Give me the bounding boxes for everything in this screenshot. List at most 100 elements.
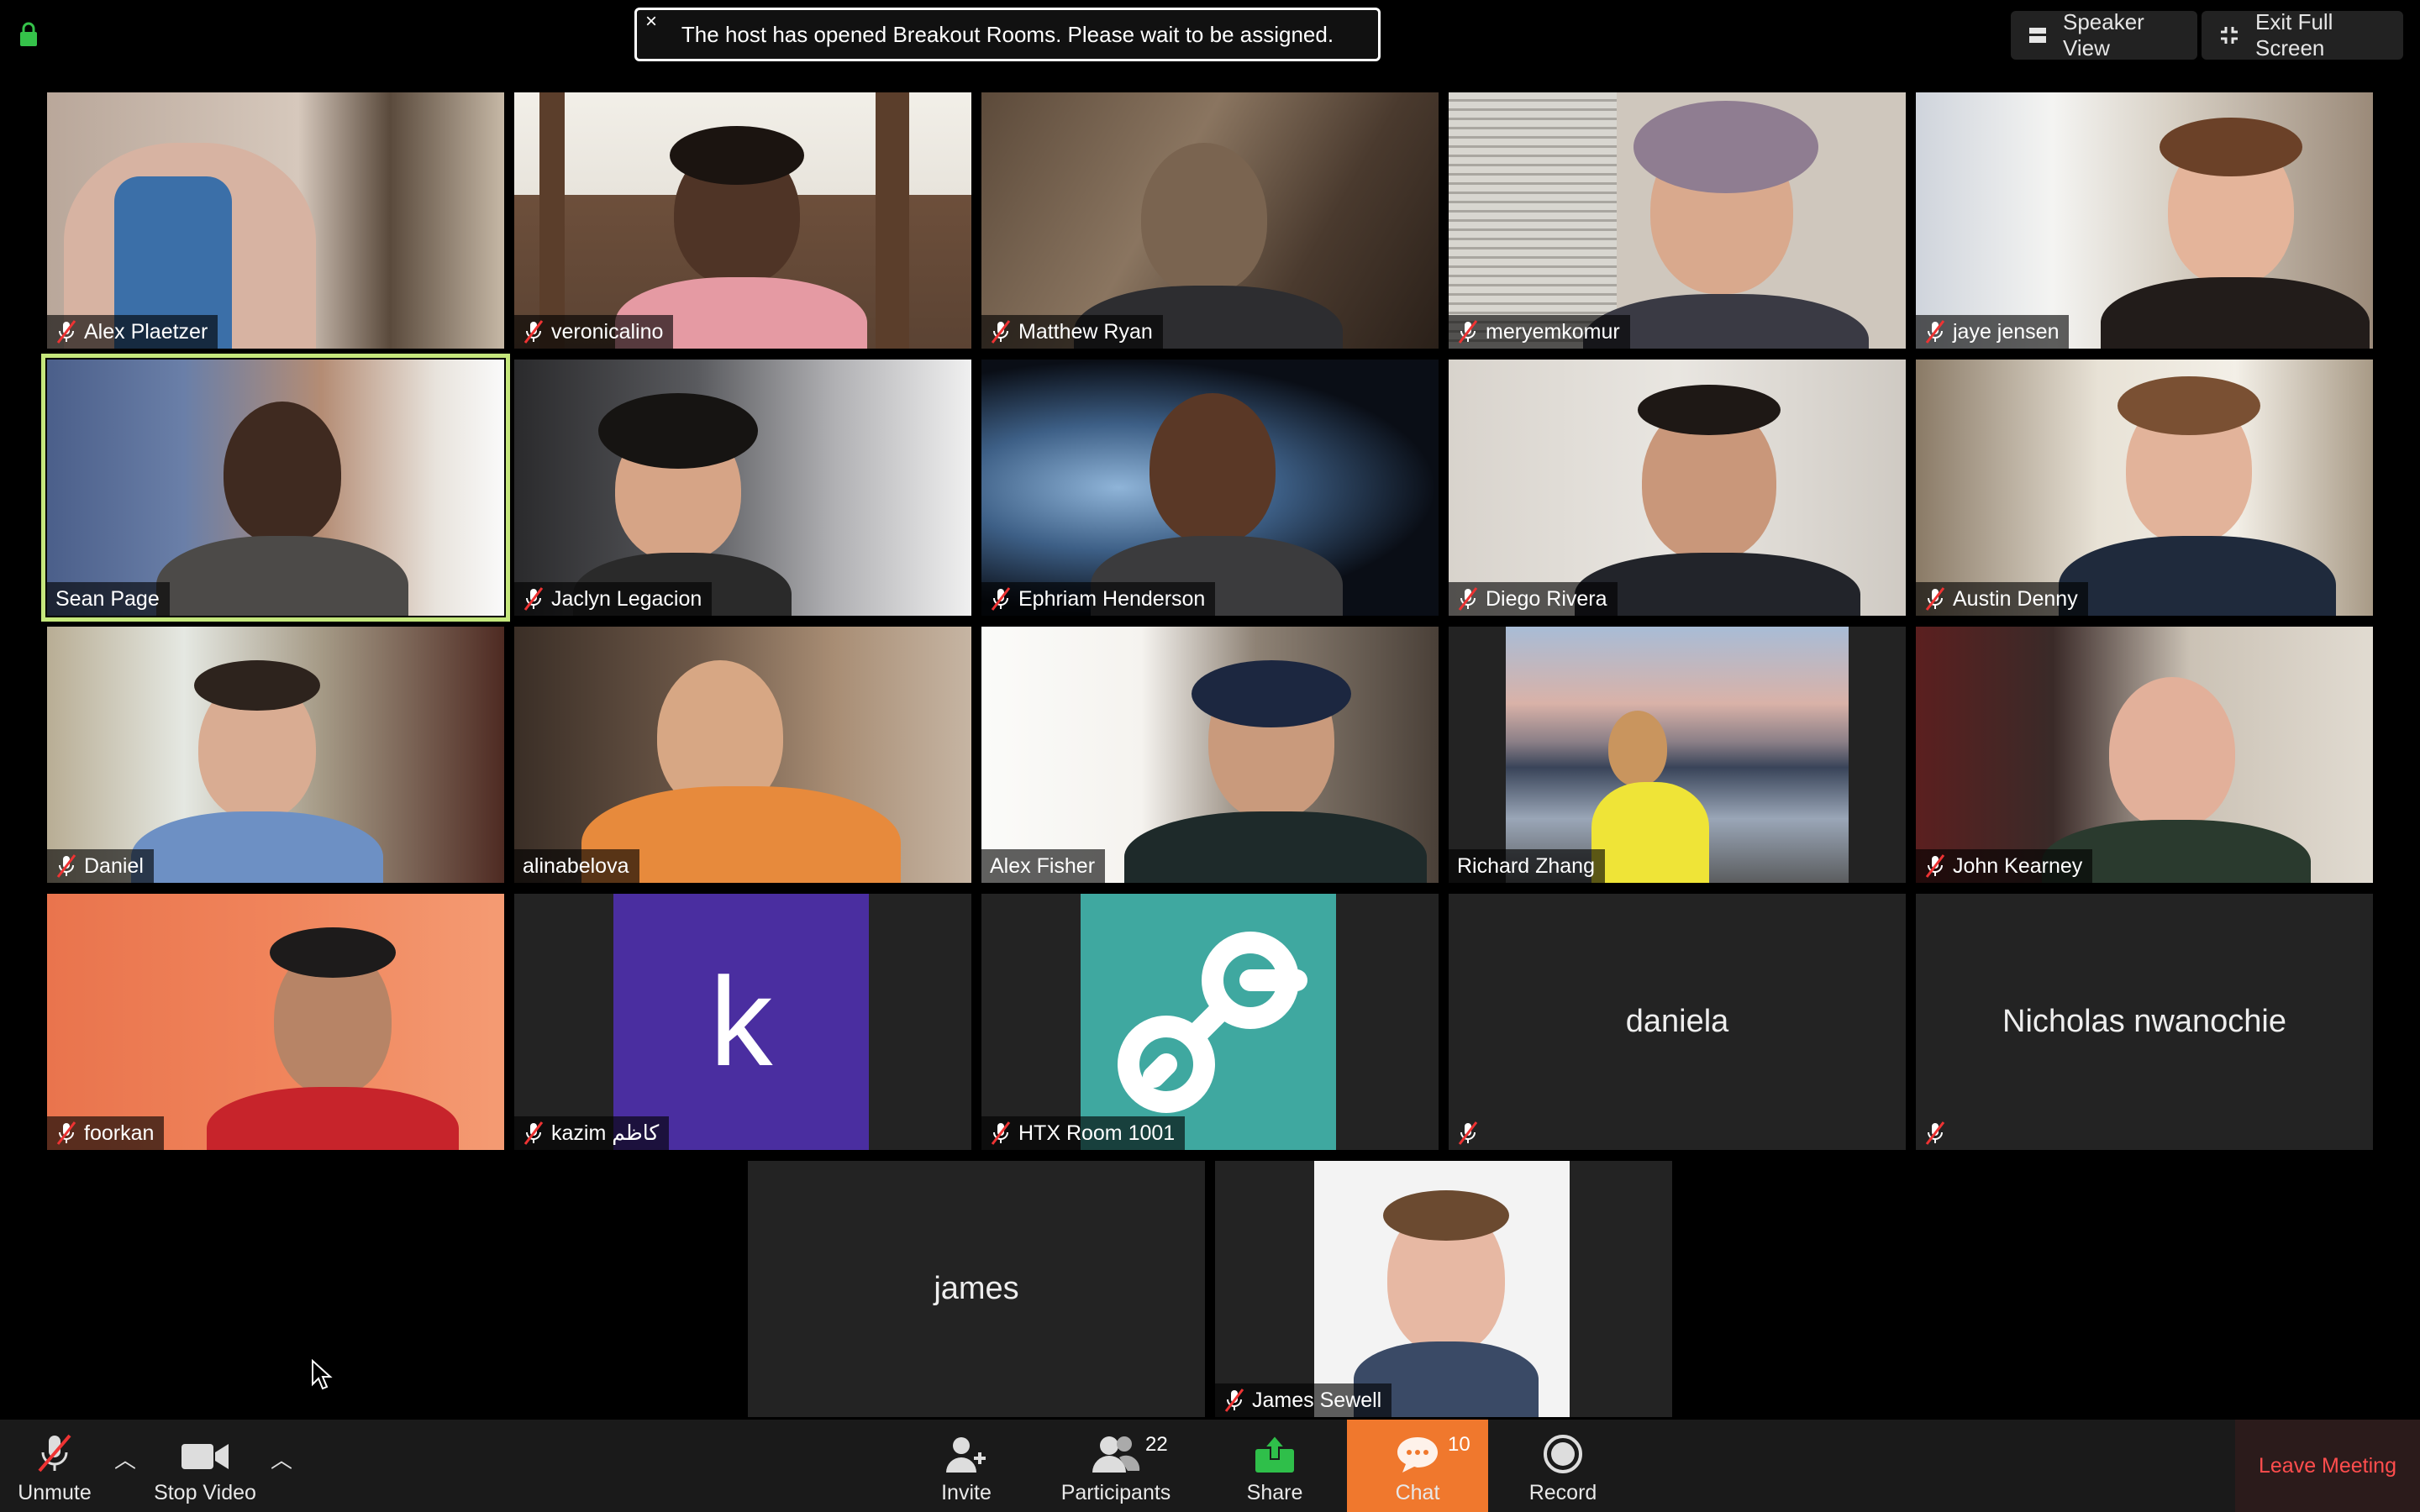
participant-name: daniela xyxy=(1625,1004,1729,1039)
participant-name-tag xyxy=(1916,1116,1956,1150)
muted-mic-icon xyxy=(56,1121,76,1145)
muted-mic-icon xyxy=(1925,1121,1945,1145)
muted-mic-icon xyxy=(991,587,1011,611)
participant-name-tag: Richard Zhang xyxy=(1449,849,1605,883)
participant-name-tag: James Sewell xyxy=(1215,1383,1392,1417)
participant-name-tag: John Kearney xyxy=(1916,849,2093,883)
lock-icon[interactable] xyxy=(18,22,39,47)
participant-name: meryemkomur xyxy=(1486,319,1620,344)
participant-name-tag: Diego Rivera xyxy=(1449,582,1618,616)
muted-mic-icon xyxy=(56,320,76,344)
profile-avatar xyxy=(1081,894,1336,1150)
participant-name-tag: alinabelova xyxy=(514,849,639,883)
video-tile[interactable]: Austin Denny xyxy=(1916,360,2373,616)
muted-mic-icon xyxy=(1224,1389,1244,1412)
record-icon xyxy=(1544,1435,1582,1473)
unmute-button[interactable]: Unmute xyxy=(8,1420,101,1512)
video-tile[interactable]: meryemkomur xyxy=(1449,92,1906,349)
participant-name-tag: Alex Fisher xyxy=(981,849,1106,883)
participant-name: alinabelova xyxy=(523,853,629,878)
video-tile[interactable]: John Kearney xyxy=(1916,627,2373,883)
video-camera-icon xyxy=(182,1444,229,1469)
video-tile[interactable]: Matthew Ryan xyxy=(981,92,1439,349)
participant-name-tag: foorkan xyxy=(47,1116,165,1150)
participant-name: James Sewell xyxy=(1252,1388,1382,1412)
video-tile[interactable]: Alex Fisher xyxy=(981,627,1439,883)
profile-avatar: k xyxy=(613,894,869,1150)
video-tile[interactable]: James Sewell xyxy=(1215,1161,1672,1417)
participant-name-tag: veronicalino xyxy=(514,315,674,349)
muted-mic-icon xyxy=(1925,854,1945,878)
participant-name: Ephriam Henderson xyxy=(1018,586,1206,611)
participant-name-tag: Alex Plaetzer xyxy=(47,315,218,349)
participant-name: foorkan xyxy=(84,1121,155,1145)
add-person-icon xyxy=(946,1437,986,1473)
muted-mic-icon xyxy=(1925,320,1945,344)
video-tile[interactable]: Ephriam Henderson xyxy=(981,360,1439,616)
speaker-view-button[interactable]: Speaker View xyxy=(2011,9,2197,60)
muted-mic-icon xyxy=(991,320,1011,344)
avatar-letter: k xyxy=(709,951,773,1092)
participant-name-tag: HTX Room 1001 xyxy=(981,1116,1186,1150)
video-tile[interactable]: Daniel xyxy=(47,627,504,883)
participant-name: kazim كاظم xyxy=(551,1121,660,1145)
share-screen-icon xyxy=(1255,1434,1294,1473)
participant-name-tag: Sean Page xyxy=(47,582,170,616)
participants-label: Participants xyxy=(1060,1481,1171,1504)
grid-view-icon xyxy=(2029,28,2046,43)
video-tile-camera-off[interactable]: Nicholas nwanochie xyxy=(1916,894,2373,1150)
participant-name-tag: Daniel xyxy=(47,849,154,883)
exit-full-screen-button[interactable]: Exit Full Screen xyxy=(2202,9,2403,60)
participant-name-tag: meryemkomur xyxy=(1449,315,1630,349)
video-tile[interactable]: jaye jensen xyxy=(1916,92,2373,349)
breakout-message: The host has opened Breakout Rooms. Plea… xyxy=(681,21,1334,47)
exit-fullscreen-icon xyxy=(2221,27,2238,44)
participants-count: 22 xyxy=(1145,1433,1168,1456)
video-tile[interactable]: alinabelova xyxy=(514,627,971,883)
muted-mic-icon xyxy=(1458,587,1478,611)
invite-button[interactable]: Invite xyxy=(933,1420,1000,1512)
video-tile-camera-off[interactable]: daniela xyxy=(1449,894,1906,1150)
participant-name: Jaclyn Legacion xyxy=(551,586,702,611)
leave-meeting-label: Leave Meeting xyxy=(2258,1453,2396,1478)
muted-mic-icon xyxy=(523,1121,544,1145)
video-tile[interactable]: HTX Room 1001 xyxy=(981,894,1439,1150)
participants-icon xyxy=(1092,1436,1140,1473)
muted-mic-icon xyxy=(523,587,544,611)
video-tile[interactable]: k kazim كاظم xyxy=(514,894,971,1150)
record-button[interactable]: Record xyxy=(1521,1420,1605,1512)
audio-options-chevron-icon[interactable]: ︿ xyxy=(114,1443,136,1474)
exit-full-screen-label: Exit Full Screen xyxy=(2255,9,2333,60)
participant-name-tag: kazim كاظم xyxy=(514,1116,670,1150)
participant-name-tag: jaye jensen xyxy=(1916,315,2070,349)
participant-name: Sean Page xyxy=(55,586,160,611)
muted-mic-icon xyxy=(523,320,544,344)
chat-bubble-icon xyxy=(1397,1437,1438,1473)
participant-name: Alex Plaetzer xyxy=(84,319,208,344)
unmute-label: Unmute xyxy=(18,1481,92,1504)
share-screen-button[interactable]: Share xyxy=(1239,1420,1310,1512)
muted-mic-icon xyxy=(1458,1121,1478,1145)
video-options-chevron-icon[interactable]: ︿ xyxy=(271,1443,292,1474)
video-tile-camera-off[interactable]: james xyxy=(748,1161,1205,1417)
record-label: Record xyxy=(1528,1481,1597,1504)
close-icon[interactable]: × xyxy=(645,12,657,32)
stop-video-button[interactable]: Stop Video xyxy=(148,1420,262,1512)
participant-name-tag: Ephriam Henderson xyxy=(981,582,1216,616)
video-tile[interactable]: Diego Rivera xyxy=(1449,360,1906,616)
video-tile-active-speaker[interactable]: Sean Page xyxy=(41,354,510,622)
breakout-notification: × The host has opened Breakout Rooms. Pl… xyxy=(634,8,1381,61)
participant-name: Alex Fisher xyxy=(990,853,1096,878)
leave-meeting-button[interactable]: Leave Meeting xyxy=(2235,1420,2420,1512)
participant-name-tag: Matthew Ryan xyxy=(981,315,1163,349)
video-tile[interactable]: foorkan xyxy=(47,894,504,1150)
video-tile[interactable]: Richard Zhang xyxy=(1449,627,1906,883)
participant-name: Austin Denny xyxy=(1953,586,2078,611)
video-tile[interactable]: Alex Plaetzer xyxy=(47,92,504,349)
participant-name: Richard Zhang xyxy=(1457,853,1595,878)
participant-name: veronicalino xyxy=(551,319,664,344)
video-tile[interactable]: veronicalino xyxy=(514,92,971,349)
video-tile[interactable]: Jaclyn Legacion xyxy=(514,360,971,616)
participant-name-tag xyxy=(1449,1116,1489,1150)
participant-name: james xyxy=(934,1271,1019,1306)
